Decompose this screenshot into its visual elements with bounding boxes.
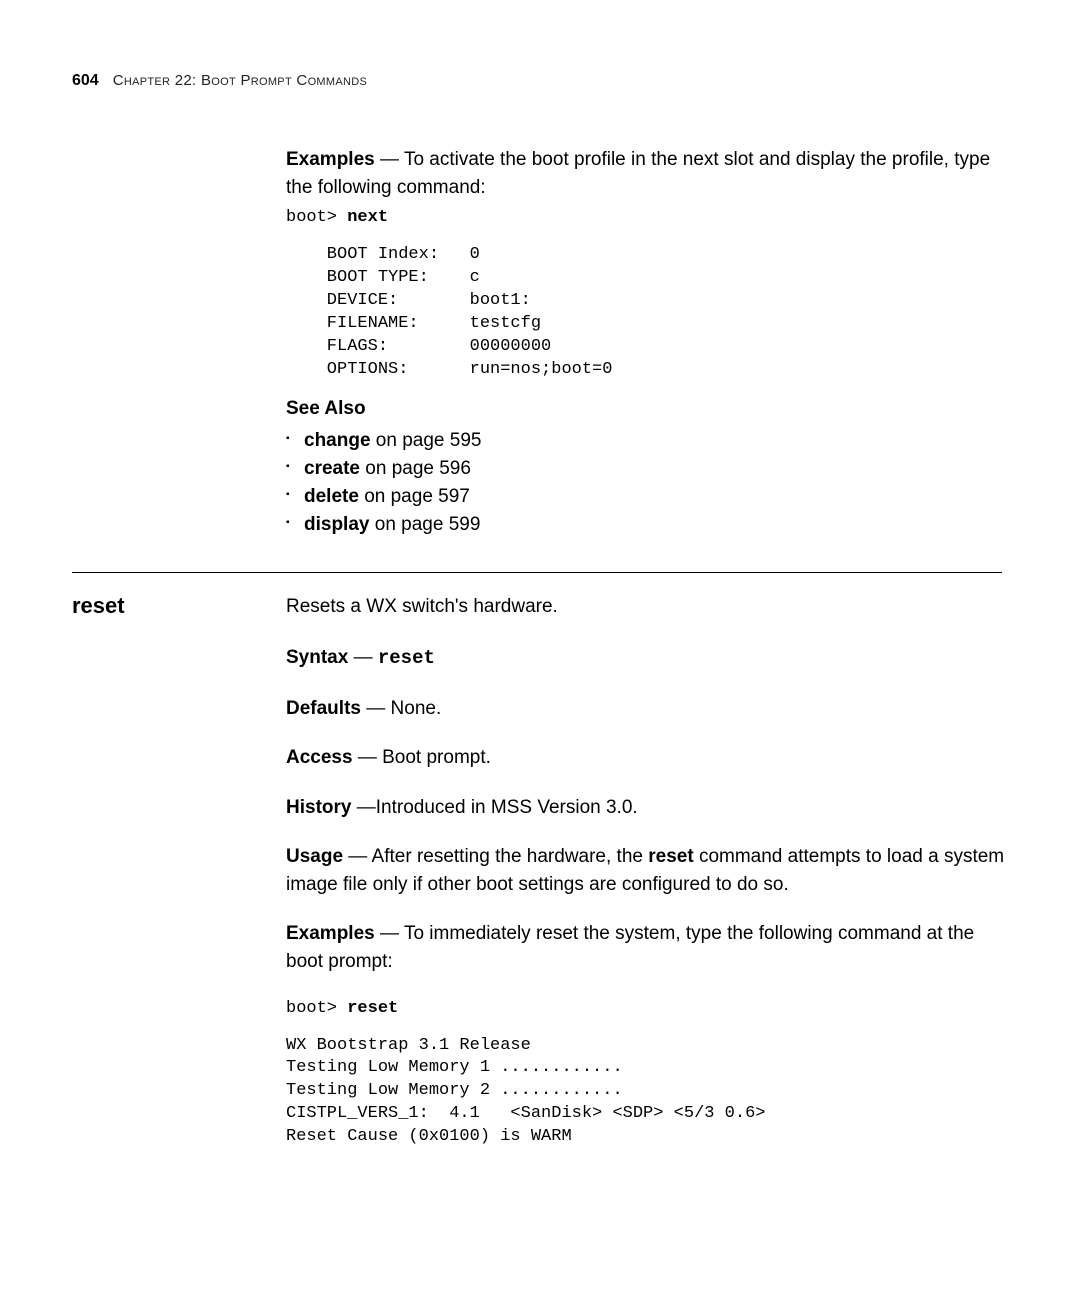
see-also-item[interactable]: create on page 596 <box>286 458 1008 480</box>
syntax-label: Syntax <box>286 647 348 668</box>
boot-command-2: reset <box>347 999 398 1018</box>
see-also-link: change <box>304 430 371 451</box>
history-text: —Introduced in MSS Version 3.0. <box>351 797 637 818</box>
usage-label: Usage <box>286 846 343 867</box>
usage-text-pre: — After resetting the hardware, the <box>343 846 648 867</box>
page-number: 604 <box>72 72 99 90</box>
examples-text: — To activate the boot profile in the ne… <box>286 149 990 198</box>
see-also-link: delete <box>304 486 359 507</box>
access-block: Access — Boot prompt. <box>286 744 1008 772</box>
reset-intro: Resets a WX switch's hardware. <box>286 593 1008 621</box>
examples2-text: — To immediately reset the system, type … <box>286 923 974 972</box>
boot-prompt: boot> <box>286 208 347 227</box>
see-also-item[interactable]: display on page 599 <box>286 514 1008 536</box>
history-block: History —Introduced in MSS Version 3.0. <box>286 794 1008 822</box>
defaults-label: Defaults <box>286 698 361 719</box>
access-text: — Boot prompt. <box>353 747 491 768</box>
see-also-pageref: on page 597 <box>359 486 470 507</box>
examples2-intro: Examples — To immediately reset the syst… <box>286 920 1008 975</box>
usage-cmd-bold: reset <box>648 846 693 867</box>
examples-label: Examples <box>286 149 375 170</box>
example-output-block: BOOT Index: 0 BOOT TYPE: c DEVICE: boot1… <box>286 244 1008 382</box>
examples-intro: Examples — To activate the boot profile … <box>286 146 1008 201</box>
example2-command-block: boot> reset <box>286 998 1008 1021</box>
see-also-pageref: on page 596 <box>360 458 471 479</box>
see-also-item[interactable]: change on page 595 <box>286 430 1008 452</box>
boot-command: next <box>347 208 388 227</box>
access-label: Access <box>286 747 353 768</box>
history-label: History <box>286 797 351 818</box>
syntax-block: Syntax — reset <box>286 644 1008 673</box>
see-also-pageref: on page 595 <box>371 430 482 451</box>
defaults-text: — None. <box>361 698 441 719</box>
example2-output-block: WX Bootstrap 3.1 Release Testing Low Mem… <box>286 1035 1008 1150</box>
see-also-heading: See Also <box>286 398 1008 420</box>
example-command-block: boot> next <box>286 207 1008 230</box>
see-also-link: create <box>304 458 360 479</box>
boot-prompt-2: boot> <box>286 999 347 1018</box>
see-also-pageref: on page 599 <box>369 514 480 535</box>
section-title-reset: reset <box>72 593 286 619</box>
usage-block: Usage — After resetting the hardware, th… <box>286 843 1008 898</box>
syntax-command: reset <box>378 647 435 669</box>
see-also-link: display <box>304 514 369 535</box>
defaults-block: Defaults — None. <box>286 695 1008 723</box>
syntax-dash: — <box>348 647 378 668</box>
running-header-text: Chapter 22: Boot Prompt Commands <box>113 72 367 89</box>
section-divider <box>72 572 1002 573</box>
see-also-item[interactable]: delete on page 597 <box>286 486 1008 508</box>
examples2-label: Examples <box>286 923 375 944</box>
running-header: 604 Chapter 22: Boot Prompt Commands <box>72 72 1008 90</box>
see-also-list: change on page 595 create on page 596 de… <box>286 430 1008 536</box>
